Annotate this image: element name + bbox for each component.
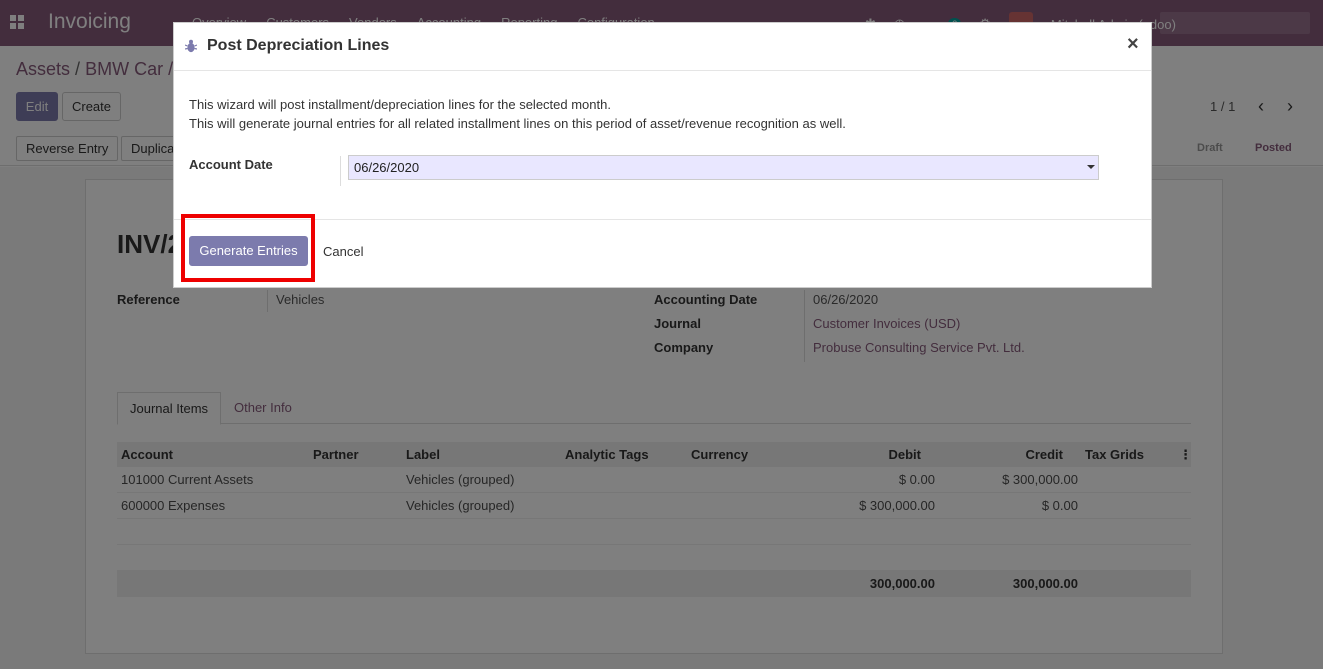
field-divider [340,156,341,186]
post-depreciation-dialog: Post Depreciation Lines × This wizard wi… [173,22,1152,288]
bug-icon [185,39,197,53]
dialog-footer: Generate Entries Cancel [174,219,1151,287]
dialog-header: Post Depreciation Lines × [174,23,1151,71]
account-date-field[interactable]: 06/26/2020 [348,155,1099,180]
dialog-title: Post Depreciation Lines [207,37,390,54]
account-date-label: Account Date [189,157,273,172]
caret-down-icon[interactable] [1087,165,1095,169]
cancel-button[interactable]: Cancel [323,244,363,259]
highlight-annotation [181,214,315,282]
dialog-description-line2: This will generate journal entries for a… [189,116,846,131]
dialog-description-line1: This wizard will post installment/deprec… [189,97,611,112]
close-icon[interactable]: × [1127,34,1139,54]
